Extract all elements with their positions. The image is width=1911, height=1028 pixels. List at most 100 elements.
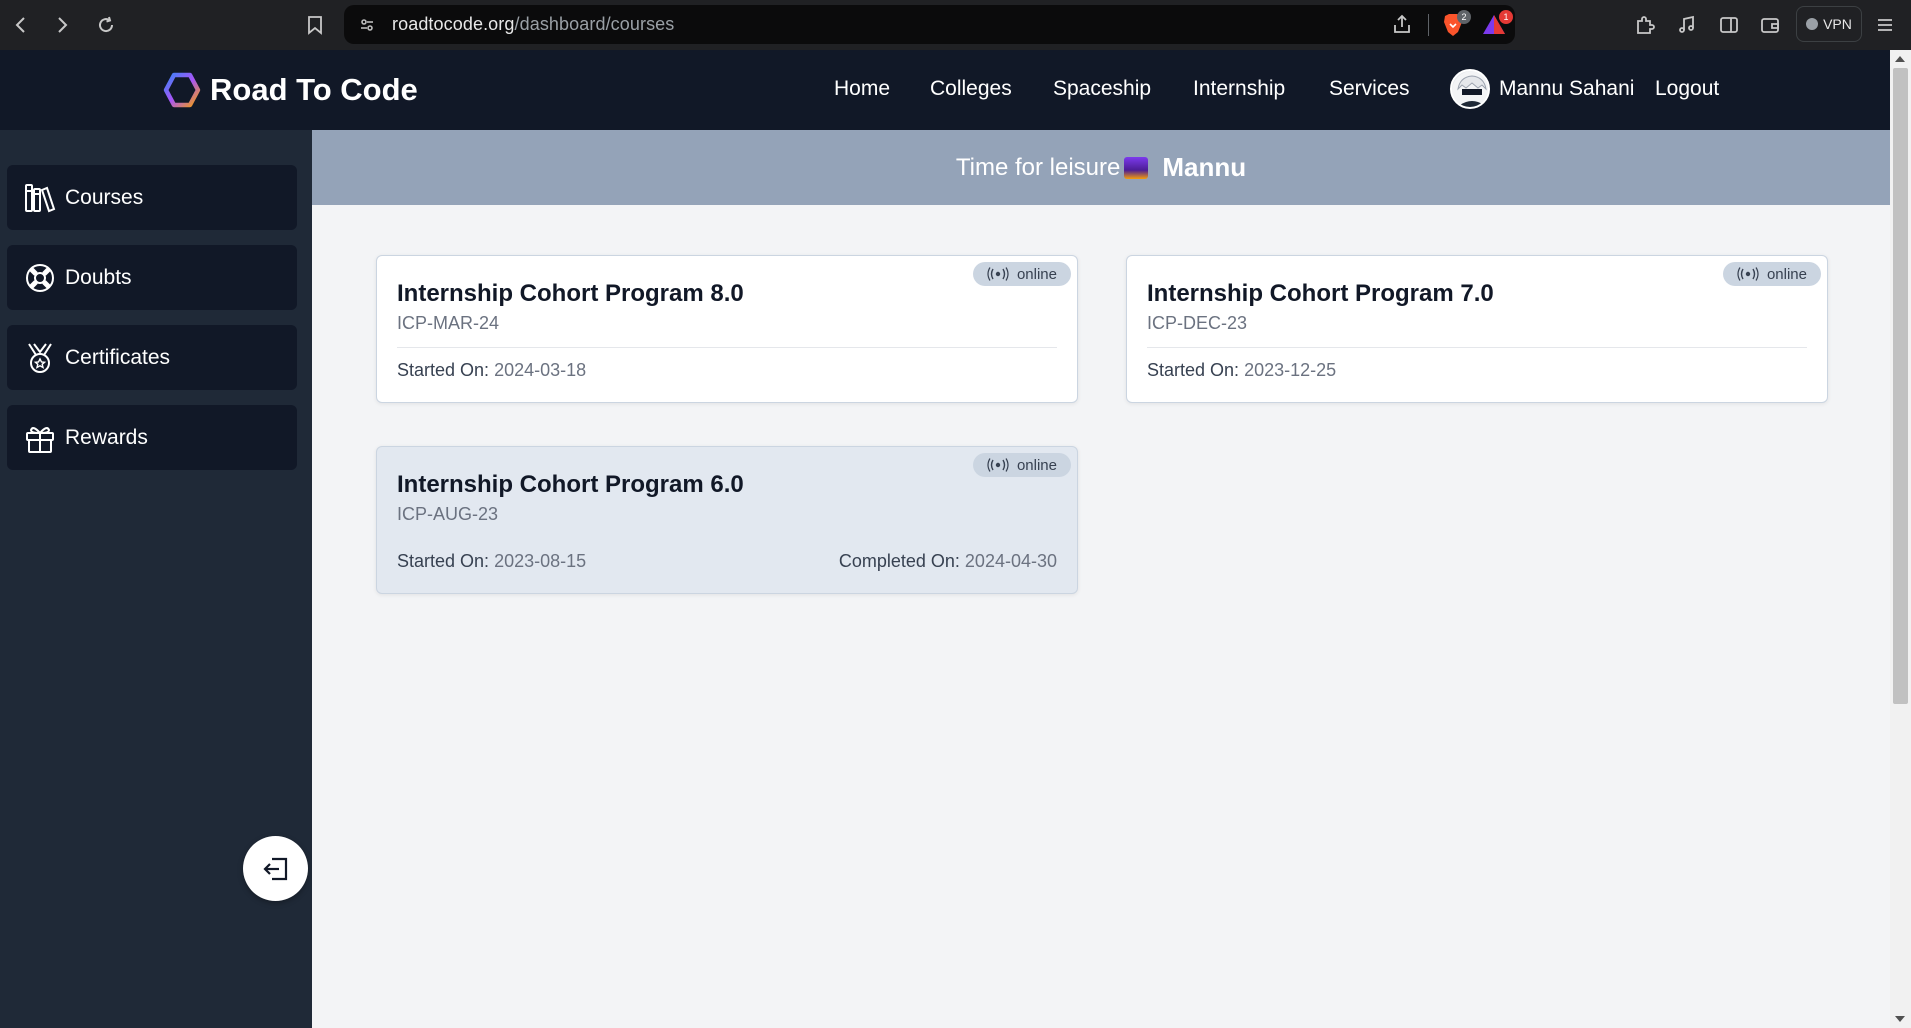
user-avatar[interactable] <box>1450 69 1490 109</box>
site-settings-icon[interactable] <box>358 16 376 34</box>
brand-logo[interactable]: Road To Code <box>162 70 418 110</box>
start-date-value: 2023-12-25 <box>1244 360 1337 380</box>
reload-icon <box>99 16 114 33</box>
brave-shields-button[interactable]: 2 <box>1441 10 1471 38</box>
sidebar-toggle-button[interactable] <box>1716 12 1742 38</box>
start-date: Started On: 2024-03-18 <box>397 360 586 381</box>
wallet-button[interactable] <box>1757 12 1783 38</box>
completed-date: Completed On: 2024-04-30 <box>839 551 1057 572</box>
puzzle-icon <box>1637 16 1655 34</box>
sidebar-icon <box>1720 17 1738 33</box>
rewards-badge: 1 <box>1499 10 1513 24</box>
broadcast-icon <box>1737 267 1759 281</box>
completed-date-value: 2024-04-30 <box>964 551 1057 571</box>
browser-menu-button[interactable] <box>1872 12 1898 38</box>
sidebar-item-rewards[interactable]: Rewards <box>7 405 297 470</box>
exit-arrow-icon <box>262 857 287 880</box>
music-note-icon <box>1679 15 1694 33</box>
course-card-completed[interactable]: online Internship Cohort Program 6.0 ICP… <box>376 446 1078 594</box>
greeting-name: Mannu <box>1162 152 1247 182</box>
greeting-text: Time for leisure <box>955 153 1121 181</box>
nav-link-colleges[interactable]: Colleges <box>930 77 1012 101</box>
course-code: ICP-DEC-23 <box>1147 313 1248 333</box>
wallet-icon <box>1761 18 1779 33</box>
start-date: Started On: 2023-12-25 <box>1147 360 1336 381</box>
reload-button[interactable] <box>93 12 119 38</box>
card-divider <box>397 538 1057 539</box>
course-card[interactable]: online Internship Cohort Program 8.0 ICP… <box>376 255 1078 403</box>
sidebar-item-label: Certificates <box>65 345 171 369</box>
night-city-emoji-icon <box>1124 156 1149 179</box>
sidebar-item-label: Rewards <box>65 425 148 449</box>
url-path: /dashboard/courses <box>514 14 675 34</box>
course-title: Internship Cohort Program 6.0 <box>397 471 744 498</box>
hamburger-menu-icon <box>1878 19 1892 31</box>
back-button[interactable] <box>8 12 34 38</box>
vpn-button[interactable]: VPN <box>1796 6 1862 42</box>
nav-link-services[interactable]: Services <box>1329 77 1410 101</box>
course-code: ICP-MAR-24 <box>397 313 500 333</box>
share-icon <box>1394 14 1410 33</box>
vpn-label: VPN <box>1823 16 1852 32</box>
greeting-banner: Time for leisure Mannu <box>312 130 1890 205</box>
mode-label: online <box>1016 456 1057 474</box>
extensions-button[interactable] <box>1632 12 1658 38</box>
user-name[interactable]: Mannu Sahani <box>1499 77 1634 101</box>
sidebar-item-label: Doubts <box>65 265 132 289</box>
scroll-up-arrow-icon[interactable] <box>1895 56 1905 62</box>
rewards-button[interactable]: 1 <box>1481 10 1513 38</box>
logout-link[interactable]: Logout <box>1655 77 1719 101</box>
broadcast-icon <box>987 267 1009 281</box>
mode-badge: online <box>972 453 1071 477</box>
books-icon <box>25 183 56 212</box>
site-navbar: Road To Code Home Colleges Spaceship Int… <box>0 50 1890 130</box>
course-card[interactable]: online Internship Cohort Program 7.0 ICP… <box>1126 255 1828 403</box>
start-date-label: Started On: <box>397 551 490 571</box>
main-content: Time for leisure Mannu online Internship… <box>312 130 1890 1028</box>
completed-date-label: Completed On: <box>838 551 960 571</box>
hexagon-logo-icon <box>163 72 201 108</box>
mode-badge: online <box>972 262 1071 286</box>
url-host: roadtocode.org <box>392 14 515 34</box>
sidebar-item-doubts[interactable]: Doubts <box>7 245 297 310</box>
sidebar-item-label: Courses <box>65 185 144 209</box>
scroll-thumb[interactable] <box>1893 68 1908 704</box>
sidebar: Courses Doubts Certificates Rewards <box>0 130 312 1028</box>
course-title: Internship Cohort Program 8.0 <box>397 280 744 307</box>
brave-badge: 2 <box>1457 10 1471 24</box>
mode-label: online <box>1016 265 1057 283</box>
address-bar[interactable]: roadtocode.org/dashboard/courses 2 1 <box>344 5 1515 44</box>
start-date-value: 2023-08-15 <box>494 551 587 571</box>
mode-badge: online <box>1722 262 1821 286</box>
sidebar-item-courses[interactable]: Courses <box>7 165 297 230</box>
bookmark-icon <box>308 16 322 35</box>
broadcast-icon <box>987 458 1009 472</box>
start-date-label: Started On: <box>397 360 490 380</box>
start-date-value: 2024-03-18 <box>494 360 587 380</box>
share-button[interactable] <box>1391 13 1415 37</box>
card-divider <box>1147 347 1807 348</box>
lifebuoy-icon <box>26 263 54 292</box>
scroll-down-arrow-icon[interactable] <box>1895 1016 1905 1022</box>
url-text[interactable]: roadtocode.org/dashboard/courses <box>392 14 674 35</box>
course-title: Internship Cohort Program 7.0 <box>1147 280 1494 307</box>
medal-icon <box>28 342 52 373</box>
sidebar-collapse-button[interactable] <box>243 836 308 901</box>
back-arrow-icon <box>15 17 25 33</box>
vpn-status-icon <box>1806 18 1819 30</box>
gift-icon <box>26 426 54 453</box>
brand-name: Road To Code <box>210 72 418 107</box>
start-date-label: Started On: <box>1147 360 1240 380</box>
nav-link-internship[interactable]: Internship <box>1193 77 1285 101</box>
forward-arrow-icon <box>58 17 68 33</box>
course-code: ICP-AUG-23 <box>397 504 499 524</box>
page-scrollbar[interactable] <box>1890 50 1911 1028</box>
bookmark-button[interactable] <box>302 12 328 38</box>
sidebar-item-certificates[interactable]: Certificates <box>7 325 297 390</box>
browser-toolbar: roadtocode.org/dashboard/courses 2 1 VPN <box>0 0 1911 50</box>
card-divider <box>397 347 1057 348</box>
media-button[interactable] <box>1674 12 1700 38</box>
nav-link-home[interactable]: Home <box>834 77 890 101</box>
nav-link-spaceship[interactable]: Spaceship <box>1053 77 1151 101</box>
forward-button[interactable] <box>49 12 75 38</box>
